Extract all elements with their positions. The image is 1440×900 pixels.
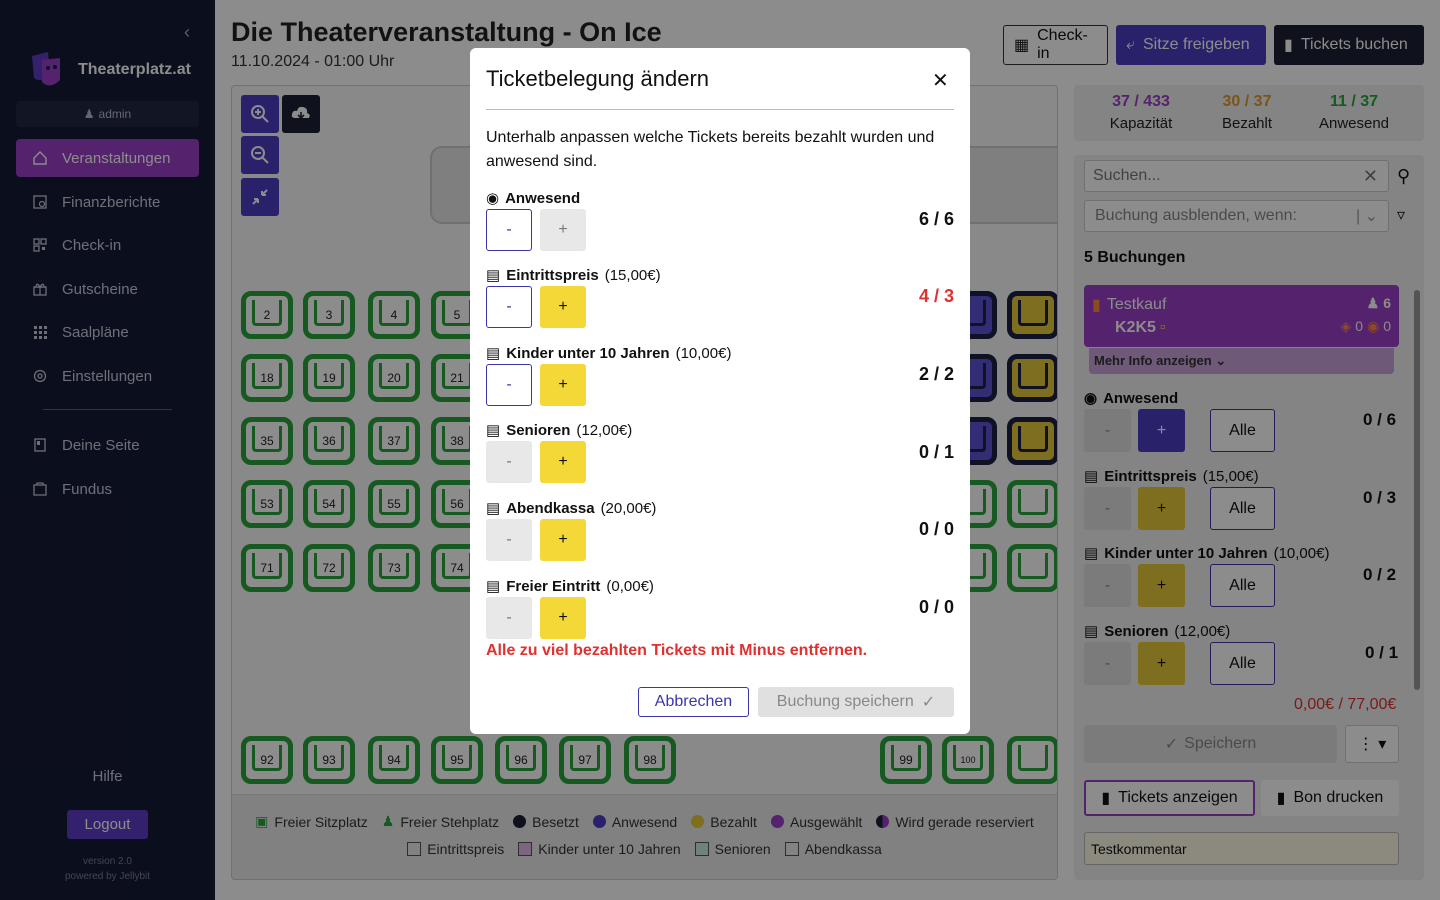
row-count: 2 / 2 xyxy=(918,364,954,384)
minus-button[interactable]: - xyxy=(486,597,532,639)
seat-number: 37 xyxy=(387,434,401,448)
ticket-icon: ▤ xyxy=(486,267,501,284)
row-price: (20,00€) xyxy=(600,499,657,517)
cancel-button[interactable]: Abbrechen xyxy=(638,687,749,717)
seat-number: 99 xyxy=(899,753,913,767)
modal-description: Unterhalb anpassen welche Tickets bereit… xyxy=(486,129,935,170)
row-title: Kinder unter 10 Jahren xyxy=(506,344,670,362)
row-count: 6 / 6 xyxy=(918,209,954,229)
modal-row-label: ▤ Senioren (12,00€) xyxy=(486,421,633,440)
minus-button[interactable]: - xyxy=(486,286,532,328)
modal-row-label: ▤ Eintrittspreis (15,00€) xyxy=(486,266,661,285)
error-message: Alle zu viel bezahlten Tickets mit Minus… xyxy=(486,642,868,659)
ticket-icon: ▤ xyxy=(486,345,501,362)
minus-button[interactable]: - xyxy=(486,519,532,561)
minus-button[interactable]: - xyxy=(486,209,532,251)
row-price: (0,00€) xyxy=(606,577,654,595)
seat-number: 56 xyxy=(450,497,464,511)
ticket-allocation-modal: Ticketbelegung ändern ✕ Unterhalb anpass… xyxy=(470,48,970,734)
seat-number: 5 xyxy=(453,308,461,322)
minus-button[interactable]: - xyxy=(486,441,532,483)
seat-number: 95 xyxy=(450,753,464,767)
row-price: (10,00€) xyxy=(675,344,732,362)
seat-number: 96 xyxy=(514,753,528,767)
save-booking-label: Buchung speichern xyxy=(776,693,914,710)
plus-button[interactable]: + xyxy=(540,209,586,251)
modal-row-label: ▤ Freier Eintritt (0,00€) xyxy=(486,577,654,596)
seat-number: 35 xyxy=(260,434,274,448)
ticket-icon: ▤ xyxy=(486,500,501,517)
row-title: Abendkassa xyxy=(506,499,595,517)
seat-number: 54 xyxy=(322,497,336,511)
seat-number: 19 xyxy=(322,371,336,385)
seat-number: 74 xyxy=(450,561,464,575)
plus-button[interactable]: + xyxy=(540,441,586,483)
seat-number: 55 xyxy=(387,497,401,511)
row-count: 0 / 1 xyxy=(918,442,954,462)
row-title: Freier Eintritt xyxy=(506,577,601,595)
save-booking-button[interactable]: Buchung speichern ✓ xyxy=(758,687,954,717)
row-title: Anwesend xyxy=(505,189,581,207)
plus-button[interactable]: + xyxy=(540,286,586,328)
seat-number: 97 xyxy=(578,753,592,767)
seat-number: 98 xyxy=(643,753,657,767)
close-icon[interactable]: ✕ xyxy=(932,68,949,93)
seat-number: 92 xyxy=(260,753,274,767)
modal-row-label: ▤ Kinder unter 10 Jahren (10,00€) xyxy=(486,344,732,363)
seat-number: 18 xyxy=(260,371,274,385)
row-title: Senioren xyxy=(506,421,571,439)
modal-row-label: ▤ Abendkassa (20,00€) xyxy=(486,499,657,518)
plus-button[interactable]: + xyxy=(540,519,586,561)
seat-number: 3 xyxy=(325,308,333,322)
row-count: 0 / 0 xyxy=(918,597,954,617)
seat-number: 2 xyxy=(263,308,271,322)
seat-number: 94 xyxy=(387,753,401,767)
row-count: 4 / 3 xyxy=(918,286,954,306)
plus-button[interactable]: + xyxy=(540,597,586,639)
seat-number: 4 xyxy=(390,308,398,322)
minus-button[interactable]: - xyxy=(486,364,532,406)
seat-number: 93 xyxy=(322,753,336,767)
seat-number: 38 xyxy=(450,434,464,448)
row-price: (12,00€) xyxy=(576,421,633,439)
ticket-icon: ▤ xyxy=(486,578,501,595)
seat-number: 100 xyxy=(960,755,976,765)
modal-row-label: ◉ Anwesend xyxy=(486,189,581,208)
modal-divider xyxy=(486,109,954,110)
seat-number: 21 xyxy=(450,371,464,385)
modal-title: Ticketbelegung ändern xyxy=(486,66,710,91)
seat-number: 36 xyxy=(322,434,336,448)
seat-number: 71 xyxy=(260,561,274,575)
seat-number: 53 xyxy=(260,497,274,511)
seat-number: 72 xyxy=(322,561,336,575)
row-price: (15,00€) xyxy=(604,266,661,284)
ticket-icon: ▤ xyxy=(486,422,501,439)
location-icon: ◉ xyxy=(486,190,500,207)
plus-button[interactable]: + xyxy=(540,364,586,406)
row-title: Eintrittspreis xyxy=(506,266,599,284)
seat-number: 20 xyxy=(387,371,401,385)
check-icon: ✓ xyxy=(921,694,936,711)
row-count: 0 / 0 xyxy=(918,519,954,539)
seat-number: 73 xyxy=(387,561,401,575)
